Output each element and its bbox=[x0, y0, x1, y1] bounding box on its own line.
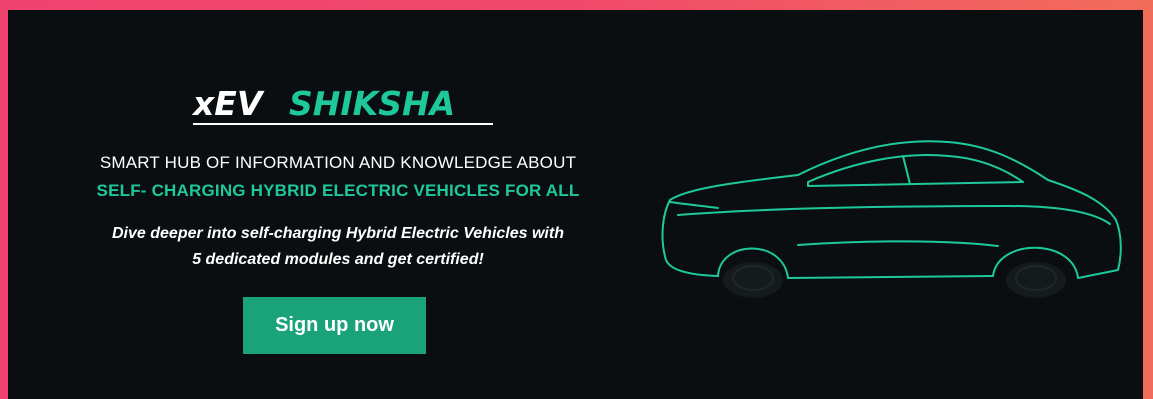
description-line-1: Dive deeper into self-charging Hybrid El… bbox=[112, 225, 564, 242]
sign-up-button[interactable]: Sign up now bbox=[243, 297, 426, 354]
xev-shiksha-logo: xEV SHIKSHA bbox=[193, 84, 513, 130]
description-line-2: 5 dedicated modules and get certified! bbox=[192, 251, 484, 268]
description: Dive deeper into self-charging Hybrid El… bbox=[38, 221, 638, 273]
logo-underline bbox=[193, 123, 493, 125]
promo-banner[interactable]: xEV SHIKSHA SMART HUB OF INFORMATION AND… bbox=[8, 10, 1143, 399]
car-outline-icon bbox=[661, 140, 1122, 299]
subheadline: SELF- CHARGING HYBRID ELECTRIC VEHICLES … bbox=[96, 181, 580, 200]
logo-prefix: xEV bbox=[193, 84, 263, 123]
logo-suffix: SHIKSHA bbox=[289, 84, 456, 123]
headline: SMART HUB OF INFORMATION AND KNOWLEDGE A… bbox=[99, 153, 577, 172]
